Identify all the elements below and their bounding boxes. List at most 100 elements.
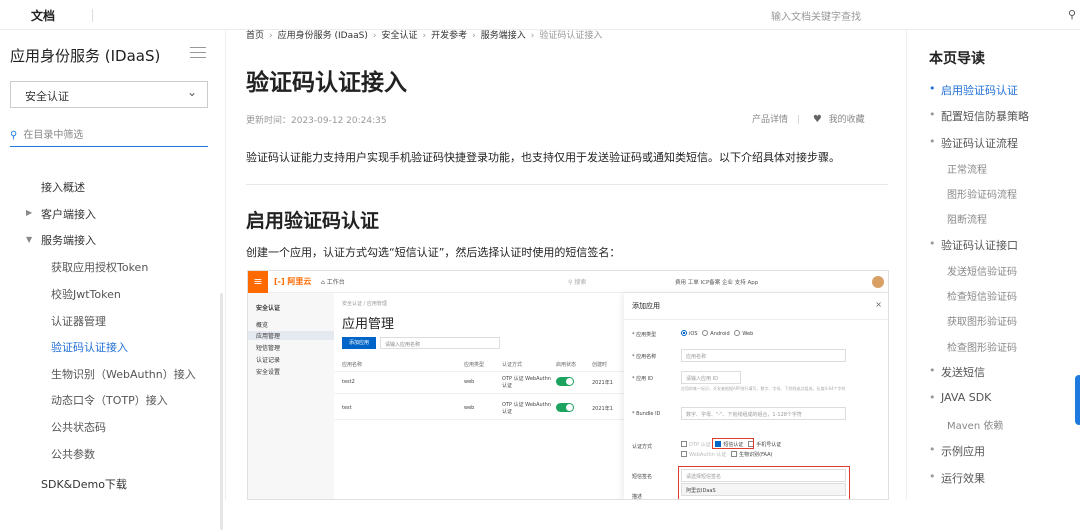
toc-item[interactable]: 发送短信验证码 <box>947 263 1017 278</box>
toc-item[interactable]: 配置短信防暴策略 <box>929 108 1029 124</box>
bundle-id-field: 数字、字母、"-"、下划线组成的组合，1-128个字符 <box>681 407 846 420</box>
toc-item[interactable]: 检查短信验证码 <box>947 288 1017 303</box>
breadcrumb-item[interactable]: 开发参考 <box>431 31 467 41</box>
divider <box>334 371 624 372</box>
category-select[interactable]: 安全认证 ⌄ <box>10 81 208 108</box>
field-label: * 应用类型 <box>632 332 657 338</box>
favorite-link[interactable]: 我的收藏 <box>829 115 865 125</box>
floating-help-button[interactable] <box>1075 375 1080 425</box>
article-actions: 产品详情 | ♥ 我的收藏 <box>752 112 865 125</box>
search-icon: ⚲ <box>10 130 18 141</box>
sidebar-item-active[interactable]: 验证码认证接入 <box>51 339 128 355</box>
table-cell: OTP 认证 WebAuthn 认证 <box>502 376 551 389</box>
field-label: 短信签名 <box>632 474 653 480</box>
breadcrumb-item[interactable]: 首页 <box>246 31 264 41</box>
highlight-box <box>678 466 850 499</box>
toc-item[interactable]: 发送短信 <box>929 364 985 380</box>
page-title: 验证码认证接入 <box>246 70 407 96</box>
search-input[interactable]: 输入文档关键字查找 ⚲ <box>760 4 1080 26</box>
section-heading: 启用验证码认证 <box>246 210 380 232</box>
console-topbar: ≡ [-] 阿里云 ⌂ 工作台 ⚲ 搜索 费用 工单 ICP备案 企业 支持 A… <box>248 271 888 293</box>
sidebar-item[interactable]: 公共状态码 <box>51 419 106 435</box>
toc-item[interactable]: 阻断流程 <box>947 211 987 226</box>
console-sidebar: 安全认证 概览 应用管理 短信管理 认证记录 安全设置 <box>248 293 334 499</box>
highlight-box <box>712 438 754 449</box>
table-cell: web <box>464 405 475 411</box>
app-name-field: 应用名称 <box>681 349 846 362</box>
sidebar-item[interactable]: 接入概述 <box>41 179 85 195</box>
toc-item[interactable]: 图形验证码流程 <box>947 186 1017 201</box>
update-time: 更新时间：2023-09-12 20:24:35 <box>246 116 387 126</box>
toc-item[interactable]: Maven 依赖 <box>947 417 1003 432</box>
console-side-item: 认证记录 <box>256 357 281 364</box>
toc-item[interactable]: 检查图形验证码 <box>947 339 1017 354</box>
menu-icon: ≡ <box>248 271 268 293</box>
table-cell: test <box>342 405 352 411</box>
checkbox-icon <box>731 451 738 457</box>
sidebar-item[interactable]: 动态口令（TOTP）接入 <box>51 392 168 408</box>
heart-icon[interactable]: ♥ <box>813 114 822 125</box>
toc-item-active[interactable]: 启用验证码认证 <box>929 82 1018 98</box>
chevron-down-icon[interactable]: ▼ <box>26 235 32 244</box>
chevron-down-icon: ⌄ <box>186 85 197 99</box>
top-bar: 文档 输入文档关键字查找 ⚲ <box>0 0 1080 30</box>
sidebar: 应用身份服务 (IDaaS) 安全认证 ⌄ ⚲ 在目录中筛选 接入概述 ▶ 客户端… <box>0 30 226 530</box>
toc-title: 本页导读 <box>929 51 985 67</box>
toc-item[interactable]: 验证码认证流程 <box>929 135 1018 151</box>
toc-item[interactable]: 正常流程 <box>947 161 987 176</box>
table-header: 认证方式 <box>502 362 523 368</box>
sidebar-scrollbar[interactable] <box>220 293 223 530</box>
table-cell: web <box>464 379 475 385</box>
console-side-item: 概览 <box>256 322 269 329</box>
toggle-switch <box>556 403 574 412</box>
menu-icon[interactable] <box>190 47 206 59</box>
workspace-label: ⌂ 工作台 <box>321 279 345 286</box>
table-cell: 2021年1 <box>592 406 613 412</box>
toc-item[interactable]: 示例应用 <box>929 443 985 459</box>
toc-item[interactable]: JAVA SDK <box>929 391 991 404</box>
checkbox-icon <box>681 451 687 457</box>
filter-input[interactable]: ⚲ 在目录中筛选 <box>10 123 208 147</box>
sidebar-item[interactable]: 校验JwtToken <box>51 286 121 302</box>
field-hint: 应用的唯一标识，开发者根据APP进行填写，数字、字母、下划线或点组成，长度4-6… <box>681 386 846 391</box>
field-label: * 应用 ID <box>632 376 654 382</box>
sidebar-item[interactable]: 公共参数 <box>51 446 95 462</box>
search-icon[interactable]: ⚲ <box>1068 8 1076 21</box>
chevron-right-icon[interactable]: ▶ <box>26 208 32 217</box>
console-nav: 费用 工单 ICP备案 企业 支持 App <box>675 280 759 286</box>
product-detail-link[interactable]: 产品详情 <box>752 115 788 125</box>
sidebar-item[interactable]: 获取应用授权Token <box>51 259 148 275</box>
divider <box>334 393 624 394</box>
sidebar-item[interactable]: 服务端接入 <box>41 232 96 248</box>
toggle-switch <box>556 377 574 386</box>
console-search: ⚲ 搜索 <box>568 279 587 286</box>
sidebar-item[interactable]: 客户端接入 <box>41 206 96 222</box>
console-side-item: 安全设置 <box>256 369 281 376</box>
sidebar-item[interactable]: SDK&Demo下载 <box>41 476 127 492</box>
toc-item[interactable]: 获取图形验证码 <box>947 313 1017 328</box>
field-label: * Bundle ID <box>632 411 661 417</box>
radio-icon <box>734 330 741 336</box>
add-app-dialog: 添加应用 × * 应用类型 iOS Android Web * 应用名称 应用名… <box>624 293 888 499</box>
breadcrumb-item[interactable]: 安全认证 <box>381 31 417 41</box>
breadcrumb-item[interactable]: 应用身份服务 (IDaaS) <box>278 31 368 41</box>
console-heading: 应用管理 <box>342 317 395 332</box>
console-search-input: 请输入应用名称 <box>380 337 500 349</box>
console-side-item-active: 应用管理 <box>248 331 334 340</box>
console-main: 安全认证 / 应用管理 应用管理 添加应用 请输入应用名称 应用名称 应用类型 … <box>334 293 624 499</box>
toc-item[interactable]: 验证码认证接口 <box>929 237 1018 253</box>
sidebar-item[interactable]: 生物识别（WebAuthn）接入 <box>51 366 196 382</box>
checkbox-icon <box>681 441 687 447</box>
add-app-button: 添加应用 <box>342 337 376 349</box>
table-header: 应用类型 <box>464 362 485 368</box>
toc-item[interactable]: 运行效果 <box>929 470 985 486</box>
table-cell: OTP 认证 WebAuthn 认证 <box>502 402 551 415</box>
field-label: * 应用名称 <box>632 354 657 360</box>
docs-brand[interactable]: 文档 <box>31 7 55 24</box>
intro-paragraph: 验证码认证能力支持用户实现手机验证码快捷登录功能，也支持仅用于发送验证码或通知类… <box>246 151 840 164</box>
breadcrumb-item[interactable]: 服务端接入 <box>481 31 526 41</box>
app-id-field: 请输入应用 ID <box>681 371 741 384</box>
console-screenshot: ≡ [-] 阿里云 ⌂ 工作台 ⚲ 搜索 费用 工单 ICP备案 企业 支持 A… <box>247 270 889 500</box>
sidebar-item[interactable]: 认证器管理 <box>51 313 106 329</box>
filter-placeholder: 在目录中筛选 <box>23 130 84 141</box>
